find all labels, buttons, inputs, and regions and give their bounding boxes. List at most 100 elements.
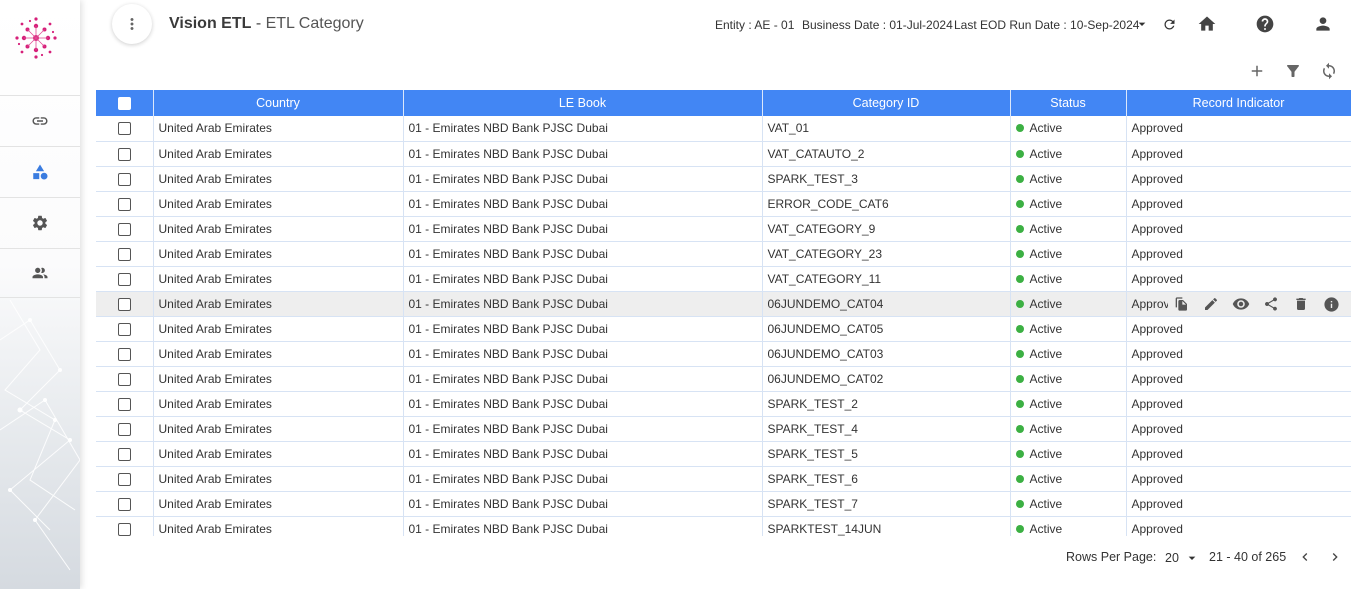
table-row[interactable]: United Arab Emirates 01 - Emirates NBD Ba… xyxy=(96,316,1351,342)
share-button[interactable] xyxy=(1260,293,1282,315)
previous-page-button[interactable] xyxy=(1297,549,1313,568)
status-text: Active xyxy=(1029,146,1063,161)
status-text: Active xyxy=(1029,246,1063,261)
cell-le-book: 01 - Emirates NBD Bank PJSC Dubai xyxy=(403,516,763,536)
row-checkbox[interactable] xyxy=(117,147,131,161)
table-row[interactable]: United Arab Emirates 01 - Emirates NBD Ba… xyxy=(96,516,1351,536)
status-dot-icon xyxy=(1015,424,1024,433)
row-checkbox-cell xyxy=(96,441,154,467)
table-row[interactable]: United Arab Emirates 01 - Emirates NBD Ba… xyxy=(96,416,1351,442)
status-dot-icon xyxy=(1015,249,1024,258)
cell-le-book: 01 - Emirates NBD Bank PJSC Dubai xyxy=(403,466,763,492)
cell-category-id: VAT_CATEGORY_9 xyxy=(762,216,1011,242)
row-checkbox[interactable] xyxy=(117,297,131,311)
status-dot-icon xyxy=(1015,224,1024,233)
table-row[interactable]: United Arab Emirates 01 - Emirates NBD Ba… xyxy=(96,466,1351,492)
view-button[interactable] xyxy=(1230,293,1252,315)
status-text: Active xyxy=(1029,446,1063,461)
data-grid: Country LE Book Category ID Status Recor… xyxy=(96,90,1351,536)
more-vert-icon xyxy=(130,18,134,30)
row-checkbox[interactable] xyxy=(117,422,131,436)
status-dot-icon xyxy=(1015,474,1024,483)
shapes-icon xyxy=(33,164,48,179)
copy-button[interactable] xyxy=(1170,293,1192,315)
business-date-info: Business Date : 01-Jul-2024 xyxy=(802,18,953,32)
row-checkbox[interactable] xyxy=(117,122,131,136)
cell-status: Active xyxy=(1010,141,1127,167)
account-button[interactable] xyxy=(1312,13,1334,35)
column-header-record-indicator[interactable]: Record Indicator xyxy=(1126,90,1351,116)
add-button[interactable] xyxy=(1247,61,1267,81)
edit-button[interactable] xyxy=(1200,293,1222,315)
filter-button[interactable] xyxy=(1283,61,1303,81)
table-row[interactable]: United Arab Emirates 01 - Emirates NBD Ba… xyxy=(96,241,1351,267)
table-row[interactable]: United Arab Emirates 01 - Emirates NBD Ba… xyxy=(96,341,1351,367)
cell-le-book: 01 - Emirates NBD Bank PJSC Dubai xyxy=(403,266,763,292)
sidebar-item-shapes[interactable] xyxy=(0,146,80,196)
sidebar-item-settings[interactable] xyxy=(0,197,80,247)
cell-country: United Arab Emirates xyxy=(153,441,404,467)
row-checkbox[interactable] xyxy=(117,397,131,411)
cell-country: United Arab Emirates xyxy=(153,141,404,167)
status-text: Active xyxy=(1029,221,1063,236)
column-header-status[interactable]: Status xyxy=(1010,90,1127,116)
row-checkbox[interactable] xyxy=(117,347,131,361)
edit-icon xyxy=(1205,297,1218,310)
cell-status: Active xyxy=(1010,216,1127,242)
table-row[interactable]: United Arab Emirates 01 - Emirates NBD Ba… xyxy=(96,191,1351,217)
help-button[interactable] xyxy=(1254,13,1276,35)
table-row[interactable]: United Arab Emirates 01 - Emirates NBD Ba… xyxy=(96,141,1351,167)
row-checkbox-cell xyxy=(96,291,154,317)
row-checkbox[interactable] xyxy=(117,497,131,511)
table-row[interactable]: United Arab Emirates 01 - Emirates NBD Ba… xyxy=(96,291,1351,317)
delete-icon xyxy=(1296,298,1306,310)
home-button[interactable] xyxy=(1196,13,1218,35)
table-row[interactable]: United Arab Emirates 01 - Emirates NBD Ba… xyxy=(96,391,1351,417)
cell-record-indicator: Approved xyxy=(1126,341,1351,367)
cell-status: Active xyxy=(1010,241,1127,267)
table-row[interactable]: United Arab Emirates 01 - Emirates NBD Ba… xyxy=(96,266,1351,292)
page-title: Vision ETL - ETL Category xyxy=(169,15,364,33)
cell-status: Active xyxy=(1010,491,1127,517)
info-button[interactable] xyxy=(1320,293,1342,315)
row-checkbox[interactable] xyxy=(117,522,131,536)
row-checkbox[interactable] xyxy=(117,222,131,236)
cell-category-id: VAT_CATEGORY_11 xyxy=(762,266,1011,292)
row-checkbox[interactable] xyxy=(117,447,131,461)
table-row[interactable]: United Arab Emirates 01 - Emirates NBD Ba… xyxy=(96,116,1351,142)
table-row[interactable]: United Arab Emirates 01 - Emirates NBD Ba… xyxy=(96,216,1351,242)
column-header-country[interactable]: Country xyxy=(153,90,404,116)
last-eod-run-date-info: Last EOD Run Date : 10-Sep-2024 xyxy=(954,18,1140,32)
row-checkbox[interactable] xyxy=(117,197,131,211)
sidebar-item-link[interactable] xyxy=(0,95,80,145)
refresh-button[interactable] xyxy=(1158,13,1180,35)
cell-status: Active xyxy=(1010,116,1127,142)
cell-category-id: SPARK_TEST_7 xyxy=(762,491,1011,517)
next-page-button[interactable] xyxy=(1327,549,1343,568)
table-row[interactable]: United Arab Emirates 01 - Emirates NBD Ba… xyxy=(96,441,1351,467)
column-header-le-book[interactable]: LE Book xyxy=(403,90,763,116)
row-checkbox[interactable] xyxy=(117,272,131,286)
cell-country: United Arab Emirates xyxy=(153,266,404,292)
row-checkbox[interactable] xyxy=(117,247,131,261)
row-checkbox[interactable] xyxy=(117,322,131,336)
status-text: Active xyxy=(1029,471,1063,486)
cell-le-book: 01 - Emirates NBD Bank PJSC Dubai xyxy=(403,191,763,217)
column-header-category-id[interactable]: Category ID xyxy=(762,90,1011,116)
rows-per-page-select[interactable]: 20 xyxy=(1165,550,1200,566)
eod-dropdown-button[interactable] xyxy=(1131,13,1153,35)
title-separator: - xyxy=(251,15,266,32)
cell-record-indicator: Approved xyxy=(1126,316,1351,342)
menu-button[interactable] xyxy=(112,4,152,44)
row-checkbox[interactable] xyxy=(117,372,131,386)
sync-button[interactable] xyxy=(1319,61,1339,81)
select-all-checkbox[interactable] xyxy=(117,97,131,111)
row-checkbox[interactable] xyxy=(117,172,131,186)
table-row[interactable]: United Arab Emirates 01 - Emirates NBD Ba… xyxy=(96,366,1351,392)
table-row[interactable]: United Arab Emirates 01 - Emirates NBD Ba… xyxy=(96,491,1351,517)
sidebar-item-users[interactable] xyxy=(0,248,80,298)
delete-button[interactable] xyxy=(1290,293,1312,315)
row-checkbox[interactable] xyxy=(117,472,131,486)
cell-record-indicator: Approved xyxy=(1126,141,1351,167)
table-row[interactable]: United Arab Emirates 01 - Emirates NBD Ba… xyxy=(96,166,1351,192)
